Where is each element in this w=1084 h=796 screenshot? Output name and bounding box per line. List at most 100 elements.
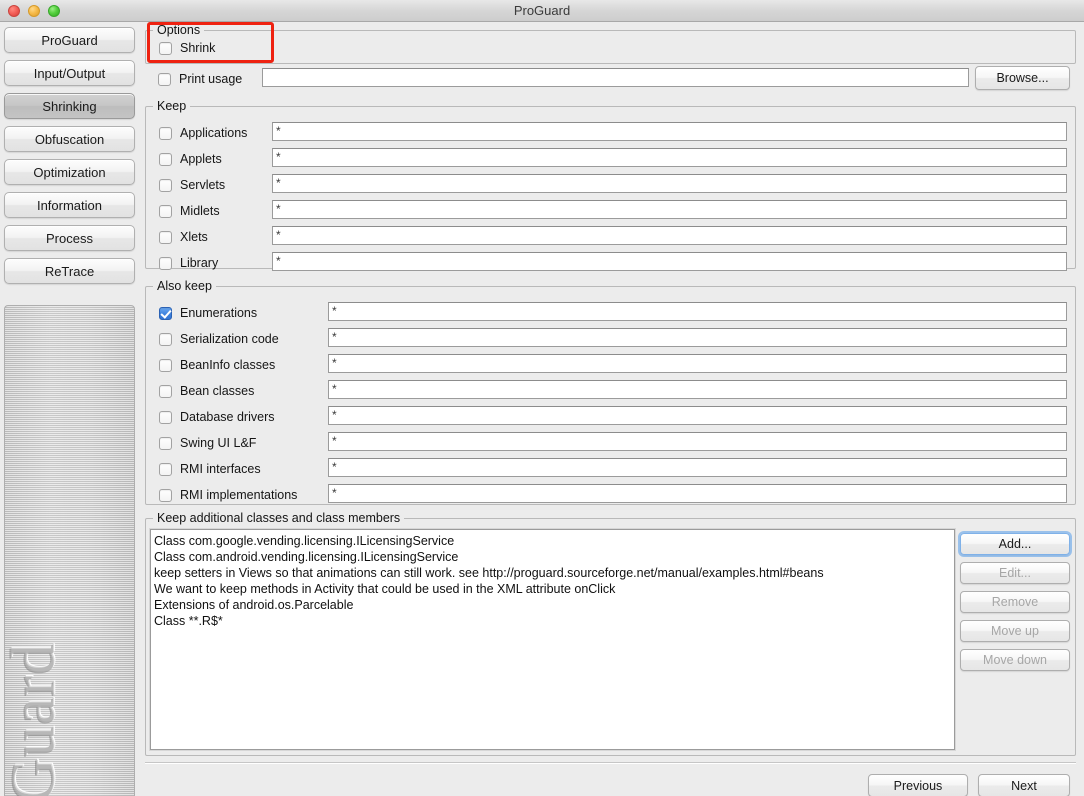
servlets-checkbox[interactable]: [159, 178, 172, 192]
rmi-implementations-checkbox-row[interactable]: RMI implementations: [159, 486, 297, 504]
options-group-legend: Options: [153, 23, 205, 37]
bean-classes-label: Bean classes: [180, 384, 255, 398]
rmi-interfaces-label: RMI interfaces: [180, 462, 261, 476]
sidebar-item-optimization[interactable]: Optimization: [4, 159, 135, 185]
bean-classes-checkbox[interactable]: [159, 384, 172, 398]
sidebar: ProGuard Input/Output Shrinking Obfuscation…: [0, 22, 140, 796]
title-bar: ProGuard: [0, 0, 1084, 22]
options-group: Options Shrink: [145, 23, 1076, 64]
main-content: Options Shrink Print usage Browse... Kee…: [140, 22, 1084, 796]
serialization-code-label: Serialization code: [180, 332, 279, 346]
also-keep-group-legend: Also keep: [153, 279, 216, 293]
midlets-checkbox[interactable]: [159, 204, 172, 218]
midlets-label: Midlets: [180, 204, 220, 218]
list-item[interactable]: keep setters in Views so that animations…: [154, 565, 954, 581]
serialization-code-checkbox[interactable]: [159, 332, 172, 346]
sidebar-item-information[interactable]: Information: [4, 192, 135, 218]
xlets-label: Xlets: [180, 230, 208, 244]
proguard-logo-panel: ProGuard: [4, 305, 135, 796]
sidebar-item-proguard[interactable]: ProGuard: [4, 27, 135, 53]
applets-input[interactable]: *: [272, 148, 1067, 167]
print-usage-checkbox-row[interactable]: Print usage: [158, 70, 242, 88]
library-label: Library: [180, 256, 219, 270]
library-checkbox-row[interactable]: Library: [159, 254, 218, 272]
library-checkbox[interactable]: [159, 256, 172, 270]
midlets-checkbox-row[interactable]: Midlets: [159, 202, 220, 220]
sidebar-item-shrinking[interactable]: Shrinking: [4, 93, 135, 119]
database-drivers-label: Database drivers: [180, 410, 275, 424]
enumerations-checkbox-row[interactable]: Enumerations: [159, 304, 257, 322]
midlets-input[interactable]: *: [272, 200, 1067, 219]
database-drivers-input[interactable]: *: [328, 406, 1067, 425]
print-usage-label: Print usage: [179, 72, 243, 86]
list-item[interactable]: Class com.android.vending.licensing.ILic…: [154, 549, 954, 565]
shrink-checkbox[interactable]: [159, 41, 172, 55]
shrink-label: Shrink: [180, 41, 216, 55]
print-usage-input[interactable]: [262, 68, 969, 87]
sidebar-item-process[interactable]: Process: [4, 225, 135, 251]
enumerations-label: Enumerations: [180, 306, 258, 320]
database-drivers-checkbox[interactable]: [159, 410, 172, 424]
servlets-label: Servlets: [180, 178, 226, 192]
sidebar-item-obfuscation[interactable]: Obfuscation: [4, 126, 135, 152]
edit-button: Edit...: [960, 562, 1070, 584]
remove-button: Remove: [960, 591, 1070, 613]
previous-button[interactable]: Previous: [868, 774, 968, 796]
keep-group: Keep Applications * Applets * Servlets * Midle…: [145, 99, 1076, 272]
library-input[interactable]: *: [272, 252, 1067, 271]
move-up-button: Move up: [960, 620, 1070, 642]
rmi-implementations-label: RMI implementations: [180, 488, 298, 502]
keep-group-legend: Keep: [153, 99, 191, 113]
shrink-checkbox-row[interactable]: Shrink: [159, 39, 215, 57]
rmi-implementations-input[interactable]: *: [328, 484, 1067, 503]
xlets-checkbox[interactable]: [159, 230, 172, 244]
rmi-implementations-checkbox[interactable]: [159, 488, 172, 502]
servlets-checkbox-row[interactable]: Servlets: [159, 176, 225, 194]
swing-ui-l-f-checkbox[interactable]: [159, 436, 172, 450]
bean-classes-checkbox-row[interactable]: Bean classes: [159, 382, 254, 400]
applications-checkbox-row[interactable]: Applications: [159, 124, 247, 142]
next-button[interactable]: Next: [978, 774, 1070, 796]
swing-ui-l-f-input[interactable]: *: [328, 432, 1067, 451]
keep-additional-list[interactable]: Class com.google.vending.licensing.ILice…: [150, 529, 955, 750]
applets-label: Applets: [180, 152, 222, 166]
enumerations-checkbox[interactable]: [159, 306, 172, 320]
database-drivers-checkbox-row[interactable]: Database drivers: [159, 408, 275, 426]
also-keep-group: Also keep Enumerations * Serialization cod…: [145, 279, 1076, 505]
list-item[interactable]: Class **.R$*: [154, 613, 954, 629]
enumerations-input[interactable]: *: [328, 302, 1067, 321]
rmi-interfaces-input[interactable]: *: [328, 458, 1067, 477]
beaninfo-classes-checkbox-row[interactable]: BeanInfo classes: [159, 356, 275, 374]
xlets-checkbox-row[interactable]: Xlets: [159, 228, 208, 246]
applications-checkbox[interactable]: [159, 126, 172, 140]
serialization-code-input[interactable]: *: [328, 328, 1067, 347]
rmi-interfaces-checkbox[interactable]: [159, 462, 172, 476]
beaninfo-classes-input[interactable]: *: [328, 354, 1067, 373]
beaninfo-classes-label: BeanInfo classes: [180, 358, 276, 372]
beaninfo-classes-checkbox[interactable]: [159, 358, 172, 372]
list-item[interactable]: Class com.google.vending.licensing.ILice…: [154, 533, 954, 549]
swing-ui-l-f-checkbox-row[interactable]: Swing UI L&F: [159, 434, 256, 452]
browse-button[interactable]: Browse...: [975, 66, 1070, 90]
swing-ui-l-f-label: Swing UI L&F: [180, 436, 257, 450]
list-item[interactable]: We want to keep methods in Activity that…: [154, 581, 954, 597]
footer-separator: [145, 762, 1076, 764]
add-button[interactable]: Add...: [960, 533, 1070, 555]
sidebar-item-input-output[interactable]: Input/Output: [4, 60, 135, 86]
xlets-input[interactable]: *: [272, 226, 1067, 245]
applications-input[interactable]: *: [272, 122, 1067, 141]
proguard-window: ProGuard ProGuard Input/Output Shrinking Ob…: [0, 0, 1084, 796]
print-usage-checkbox[interactable]: [158, 72, 171, 86]
bean-classes-input[interactable]: *: [328, 380, 1067, 399]
window-title: ProGuard: [513, 3, 571, 18]
applications-label: Applications: [180, 126, 248, 140]
rmi-interfaces-checkbox-row[interactable]: RMI interfaces: [159, 460, 261, 478]
keep-additional-group-legend: Keep additional classes and class member…: [153, 511, 405, 525]
sidebar-item-retrace[interactable]: ReTrace: [4, 258, 135, 284]
list-item[interactable]: Extensions of android.os.Parcelable: [154, 597, 954, 613]
applets-checkbox[interactable]: [159, 152, 172, 166]
serialization-code-checkbox-row[interactable]: Serialization code: [159, 330, 279, 348]
proguard-logo-text: ProGuard: [4, 642, 68, 796]
applets-checkbox-row[interactable]: Applets: [159, 150, 222, 168]
servlets-input[interactable]: *: [272, 174, 1067, 193]
